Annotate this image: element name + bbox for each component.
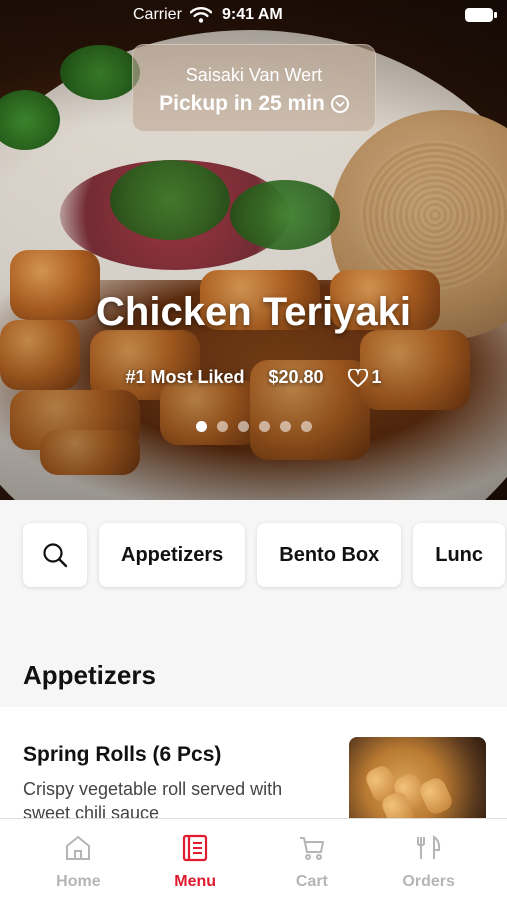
featured-price: $20.80: [268, 367, 324, 387]
menu-item-image: [349, 737, 486, 827]
carousel-dot[interactable]: [216, 421, 228, 432]
featured-dish-title: Chicken Teriyaki: [96, 290, 411, 334]
clock: 9:41 AM: [222, 6, 283, 23]
chevron-down-icon: [330, 95, 349, 113]
pickup-eta: Pickup in 25 min: [159, 92, 325, 115]
pickup-eta-row: Pickup in 25 min: [133, 92, 375, 116]
heart-icon: [347, 368, 368, 387]
tab-label: Cart: [295, 873, 328, 890]
like-count: 1: [371, 367, 382, 387]
carousel-dot[interactable]: [300, 421, 312, 432]
tab-home[interactable]: Home: [28, 819, 128, 900]
category-chip-appetizers[interactable]: Appetizers: [99, 523, 246, 587]
status-bar: Carrier 9:41 AM: [0, 0, 507, 32]
tab-bar[interactable]: Home Menu Cart Orders: [0, 818, 507, 900]
category-chip-bento-box[interactable]: Bento Box: [257, 523, 402, 587]
home-icon: [66, 835, 91, 860]
tab-orders[interactable]: Orders: [379, 819, 479, 900]
category-bar[interactable]: Appetizers Bento Box Lunc: [23, 523, 506, 587]
store-name: Saisaki Van Wert: [185, 65, 323, 85]
orders-icon: [416, 835, 440, 859]
search-button[interactable]: [23, 523, 87, 587]
featured-badge: #1 Most Liked: [125, 367, 245, 387]
menu-item-name: Spring Rolls (6 Pcs): [23, 743, 222, 766]
tab-label: Home: [56, 873, 101, 890]
carousel-dot[interactable]: [258, 421, 270, 432]
featured-dish-meta: #1 Most Liked $20.80 1: [0, 367, 507, 388]
carousel-pagination[interactable]: [0, 421, 507, 432]
menu-icon: [183, 834, 208, 862]
tab-label: Orders: [402, 873, 455, 890]
menu-item[interactable]: Spring Rolls (6 Pcs) Crispy vegetable ro…: [0, 707, 507, 827]
search-icon: [43, 543, 68, 568]
tab-menu[interactable]: Menu: [145, 819, 245, 900]
tab-label: Menu: [174, 873, 217, 890]
cart-icon: [299, 837, 324, 860]
section-title: Appetizers: [23, 660, 156, 690]
tab-cart[interactable]: Cart: [262, 819, 362, 900]
carousel-dot[interactable]: [279, 421, 291, 432]
carousel-dot[interactable]: [195, 421, 207, 432]
category-chip-lunch[interactable]: Lunc: [413, 523, 506, 587]
carousel-dot[interactable]: [237, 421, 249, 432]
wifi-icon: [190, 7, 212, 23]
carrier-label: Carrier: [133, 6, 182, 23]
battery-icon: [465, 8, 497, 22]
spring-roll-graphic: [417, 775, 455, 817]
pickup-selector[interactable]: Saisaki Van Wert Pickup in 25 min: [132, 44, 376, 132]
like-button[interactable]: 1: [347, 367, 382, 388]
